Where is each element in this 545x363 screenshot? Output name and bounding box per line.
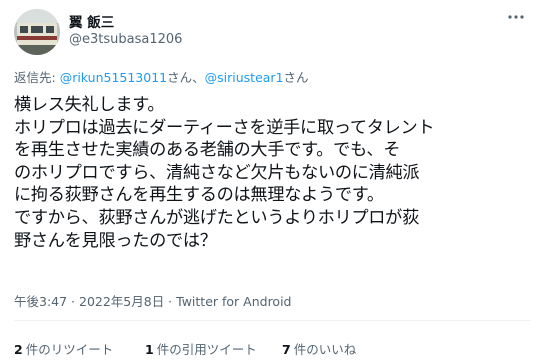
reply-prefix: 返信先: xyxy=(14,70,60,85)
likes-label: 件のいいね xyxy=(293,342,357,357)
tweet-line: 横レス失礼します。 xyxy=(14,95,165,115)
tweet-line: ホリプロは過去にダーティーさを逆手に取ってタレント xyxy=(14,117,435,138)
tweet-line: を再生させた実績のある老舗の大手です。でも、そ xyxy=(14,140,401,161)
user-handle[interactable]: @e3tsubasa1206 xyxy=(69,32,182,47)
quotes-count: 1 xyxy=(145,342,154,357)
tweet-line: に拘る荻野さんを再生するのは無理なようです。 xyxy=(14,185,384,206)
reply-san-2: さん xyxy=(283,70,309,85)
tweet-line: 野さんを見限ったのでは？ xyxy=(14,230,217,251)
tweet-timestamp[interactable]: 午後3:47 · 2022年5月8日 · Twitter for Android xyxy=(14,291,291,310)
likes-stat[interactable]: 7 件のいいね xyxy=(282,339,356,358)
more-dots-icon xyxy=(508,15,524,19)
retweets-count: 2 xyxy=(14,342,23,357)
tweet-line: ですから、荻野さんが逃げたというよりホリプロが荻 xyxy=(14,207,419,228)
retweets-stat[interactable]: 2 件のリツイート xyxy=(14,339,113,358)
mention-link-2[interactable]: @siriustear1 xyxy=(205,70,284,85)
train-photo-avatar xyxy=(14,9,60,55)
likes-count: 7 xyxy=(282,342,291,357)
quotes-stat[interactable]: 1 件の引用ツイート xyxy=(145,339,257,358)
divider xyxy=(14,320,531,321)
tweet-line: のホリプロですら、清純さなど欠片もないのに清純派 xyxy=(14,162,420,183)
tweet-text: 横レス失礼します。 ホリプロは過去にダーティーさを逆手に取ってタレント を再生さ… xyxy=(14,94,539,252)
mention-link-1[interactable]: @rikun51513011 xyxy=(60,70,167,85)
quotes-label: 件の引用ツイート xyxy=(156,342,257,357)
more-options-button[interactable] xyxy=(505,8,527,26)
retweets-label: 件のリツイート xyxy=(25,342,114,357)
reply-to-line: 返信先: @rikun51513011さん、@siriustear1さん xyxy=(14,67,309,86)
avatar[interactable] xyxy=(14,9,60,55)
reply-san-1: さん、 xyxy=(167,70,205,85)
display-name[interactable]: 翼 飯三 xyxy=(69,11,114,31)
